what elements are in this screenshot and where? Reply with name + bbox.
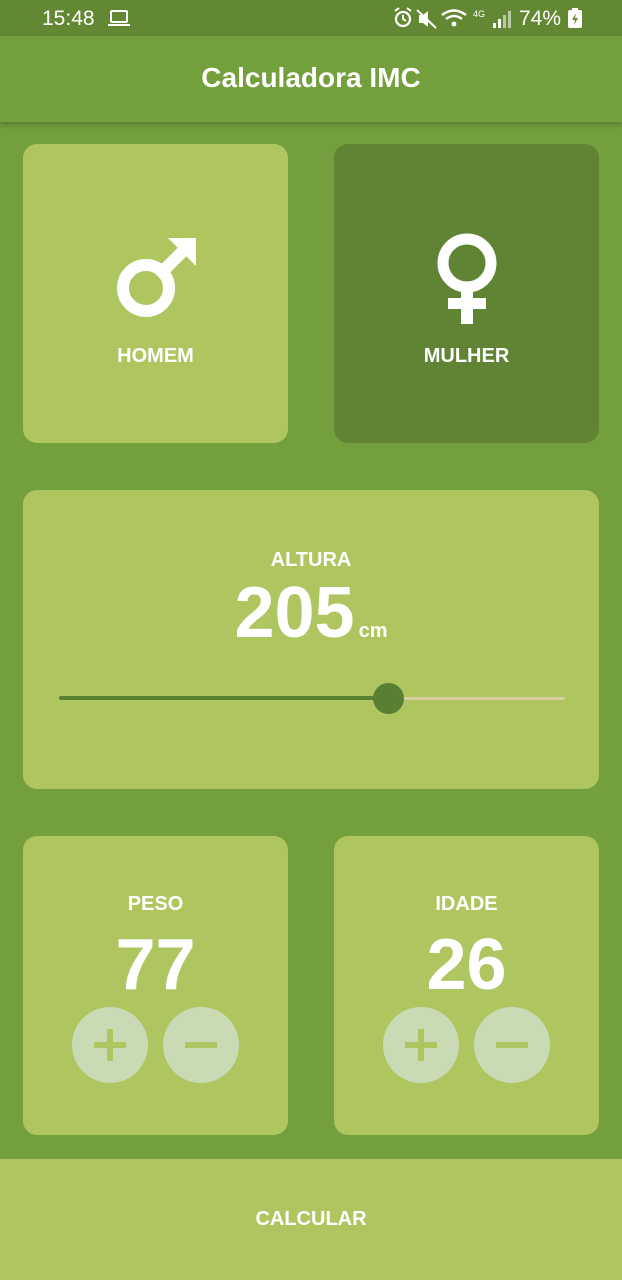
height-unit: cm (358, 620, 388, 642)
plus-icon (94, 1029, 126, 1061)
weight-increment-button[interactable] (72, 1007, 148, 1083)
app-bar: Calculadora IMC (0, 36, 622, 122)
weight-label: PESO (127, 893, 184, 915)
status-time: 15:48 (42, 7, 95, 30)
slider-track-active (59, 696, 388, 700)
status-icons: 4G (394, 7, 511, 29)
male-card[interactable]: HOMEM (23, 144, 288, 443)
laptop-icon (108, 10, 130, 26)
slider-thumb[interactable] (372, 683, 404, 714)
signal-icon (493, 11, 511, 28)
battery-percent: 74% (519, 7, 562, 30)
height-value-display: 205 cm (23, 572, 599, 654)
female-label: MULHER (423, 345, 510, 367)
weight-card: PESO 77 (23, 836, 288, 1135)
calculate-label: CALCULAR (255, 1208, 367, 1230)
age-decrement-button[interactable] (474, 1007, 550, 1083)
weight-value: 77 (115, 925, 196, 1005)
status-bar: 15:48 4G 74% (0, 0, 622, 36)
female-card[interactable]: MULHER (334, 144, 599, 443)
plus-icon (405, 1029, 437, 1061)
height-value: 205 (234, 573, 355, 653)
age-label: IDADE (435, 893, 498, 915)
female-icon (437, 233, 496, 324)
app-title: Calculadora IMC (201, 62, 421, 93)
male-icon (116, 237, 196, 317)
height-label: ALTURA (270, 549, 352, 571)
age-value: 26 (426, 925, 507, 1005)
age-increment-button[interactable] (383, 1007, 459, 1083)
minus-icon (185, 1042, 217, 1048)
wifi-icon (441, 9, 467, 27)
height-card: ALTURA 205 cm (23, 490, 599, 789)
network-type: 4G (473, 9, 485, 19)
weight-decrement-button[interactable] (163, 1007, 239, 1083)
height-slider[interactable] (59, 683, 565, 714)
mute-icon (416, 9, 437, 29)
alarm-icon (394, 7, 412, 28)
age-card: IDADE 26 (334, 836, 599, 1135)
calculate-button[interactable]: CALCULAR (0, 1159, 622, 1280)
minus-icon (496, 1042, 528, 1048)
male-label: HOMEM (117, 345, 194, 367)
battery-charging-icon (568, 8, 582, 28)
